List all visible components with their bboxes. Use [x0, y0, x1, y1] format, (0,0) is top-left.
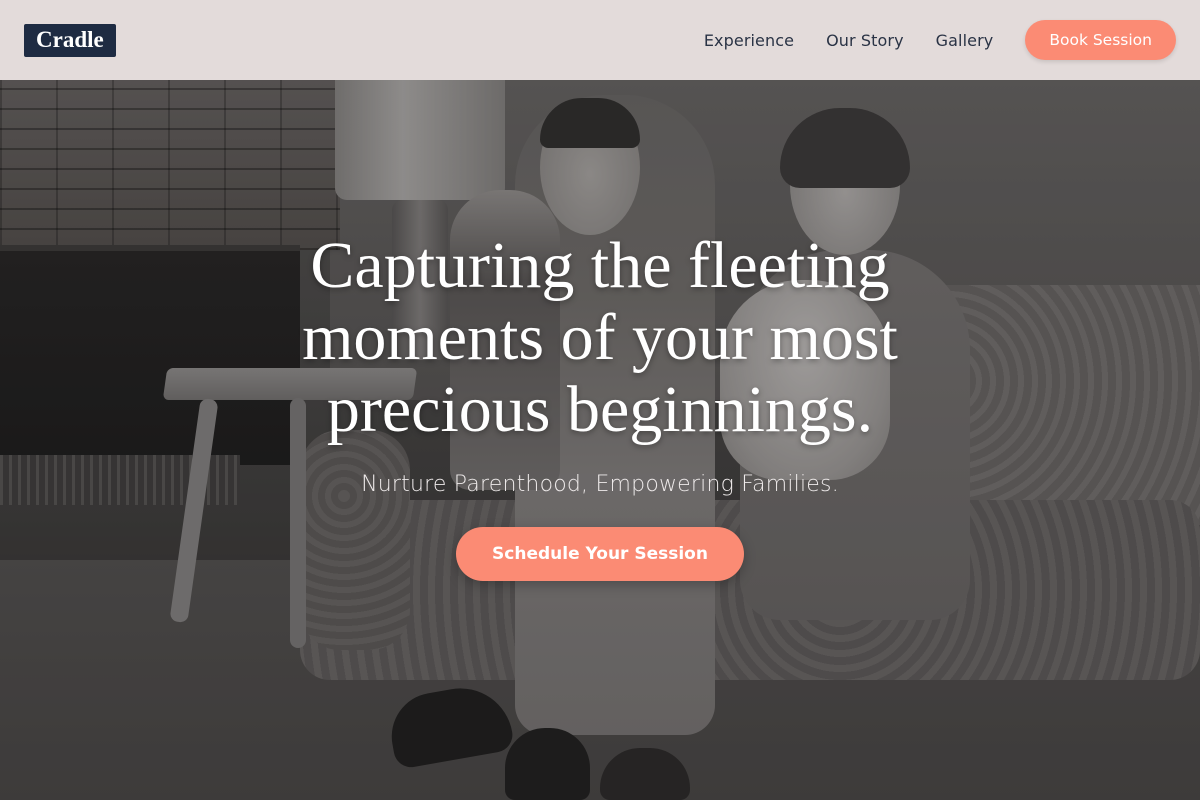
hero-headline: Capturing the fleeting moments of your m…: [302, 229, 898, 446]
site-header: Cradle Experience Our Story Gallery Book…: [0, 0, 1200, 80]
nav-link-gallery[interactable]: Gallery: [936, 31, 994, 50]
nav-link-our-story[interactable]: Our Story: [826, 31, 904, 50]
schedule-session-button[interactable]: Schedule Your Session: [456, 527, 744, 581]
main-nav: Experience Our Story Gallery Book Sessio…: [672, 20, 1176, 60]
book-session-button[interactable]: Book Session: [1025, 20, 1176, 60]
nav-link-experience[interactable]: Experience: [704, 31, 794, 50]
hero-section: Capturing the fleeting moments of your m…: [0, 230, 1200, 581]
hero-subheadline: Nurture Parenthood, Empowering Families.: [361, 472, 839, 497]
logo[interactable]: Cradle: [24, 23, 116, 57]
